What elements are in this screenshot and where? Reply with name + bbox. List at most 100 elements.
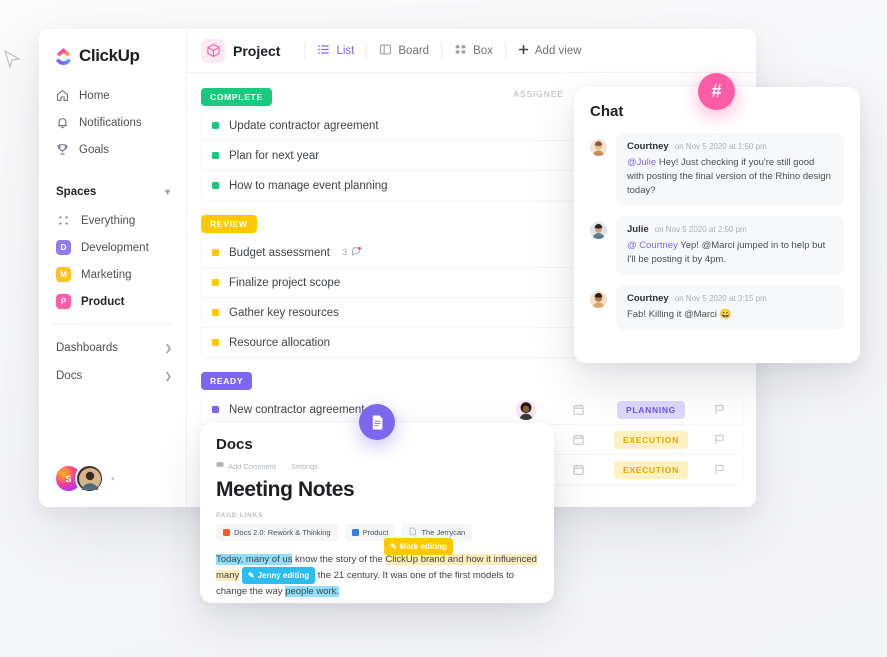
sidebar-item-label: Development	[81, 241, 149, 254]
sidebar-item-home[interactable]: Home	[39, 82, 186, 109]
chat-message-head: Courtney on Nov 5 2020 at 3:15 pm	[627, 293, 833, 304]
tag-cell[interactable]: EXECUTION	[606, 430, 696, 449]
chat-message: Courtney on Nov 5 2020 at 1:50 pm @Julie…	[590, 133, 844, 206]
document-icon[interactable]	[359, 404, 395, 440]
tab-label: Box	[473, 44, 493, 57]
avatar[interactable]	[590, 291, 607, 308]
table-row[interactable]: New contractor agreement PLANNING	[201, 395, 742, 425]
status-square-icon	[212, 406, 219, 413]
chevron-down-icon[interactable]: ▾	[111, 475, 115, 483]
comment-icon	[351, 246, 362, 260]
sidebar-item-docs[interactable]: Docs ❯	[39, 362, 186, 390]
divider	[504, 42, 506, 59]
chevron-right-icon[interactable]: ❯	[164, 343, 172, 354]
divider	[304, 42, 306, 59]
due-date-cell[interactable]	[550, 433, 606, 446]
row-right: PLANNING	[516, 399, 742, 420]
person-glyph	[78, 467, 101, 490]
chip-label: Product	[362, 528, 389, 537]
pencil-icon: ✎	[390, 542, 397, 551]
avatar-initial: S	[65, 473, 72, 484]
chat-bubble: Courtney on Nov 5 2020 at 3:15 pm Fab! K…	[616, 285, 844, 330]
add-view-button[interactable]: Add view	[518, 44, 582, 58]
task-name: Update contractor agreement	[229, 119, 379, 132]
docs-actions: Add Comment Settings	[216, 461, 538, 471]
brand[interactable]: ClickUp	[39, 29, 186, 66]
task-name: New contractor agreement	[229, 403, 365, 416]
status-square-icon	[212, 122, 219, 129]
doc-body[interactable]: ✎ Mark editing Today, many of us know th…	[216, 538, 538, 599]
flag-cell[interactable]	[696, 463, 742, 476]
list-icon	[317, 43, 330, 59]
tag-cell[interactable]: EXECUTION	[606, 460, 696, 479]
mention-link[interactable]: @ Courtney	[627, 240, 678, 251]
sidebar-item-product[interactable]: P Product	[39, 288, 186, 315]
action-label: Settings	[290, 461, 319, 471]
tab-box[interactable]: Box	[454, 43, 493, 59]
settings-button[interactable]: Settings	[291, 462, 318, 471]
brand-name: ClickUp	[79, 46, 140, 65]
avatar[interactable]	[75, 464, 104, 493]
comment-count-value: 3	[342, 247, 348, 258]
jenny-editing-label: Jenny editing	[257, 571, 310, 580]
trophy-icon	[56, 143, 69, 156]
divider	[53, 324, 172, 325]
status-square-icon	[212, 182, 219, 189]
tag-cell[interactable]: PLANNING	[606, 400, 696, 419]
doc-text-part: Today, many of us	[216, 554, 293, 565]
pencil-icon: ✎	[247, 571, 255, 580]
chat-panel: Chat Courtney on Nov 5 2020 at 1:50 pm @…	[574, 87, 860, 363]
flag-cell[interactable]	[696, 433, 742, 446]
spaces-list: Everything D Development M Marketing P P…	[39, 207, 186, 315]
sidebar-item-label: Home	[79, 89, 110, 102]
page-link-chip[interactable]: Docs 2.0: Rework & Thinking	[216, 524, 338, 541]
avatar[interactable]	[590, 222, 607, 239]
comment-count[interactable]: 3	[342, 246, 362, 260]
divider	[441, 42, 443, 59]
status-square-icon	[212, 309, 219, 316]
folder-icon	[351, 529, 359, 536]
status-badge[interactable]: READY	[201, 372, 253, 390]
add-view-label: Add view	[534, 44, 582, 57]
chevron-down-icon[interactable]: ▼	[163, 187, 172, 197]
flag-icon	[714, 434, 723, 445]
tab-list[interactable]: List	[317, 43, 354, 59]
add-comment-button[interactable]: Add Comment	[216, 461, 276, 471]
board-icon	[379, 43, 392, 59]
avatar[interactable]	[516, 399, 536, 420]
sidebar-item-notifications[interactable]: Notifications	[39, 109, 186, 136]
chat-message: Courtney on Nov 5 2020 at 3:15 pm Fab! K…	[590, 285, 844, 330]
mention-link[interactable]: @Julie	[627, 157, 656, 168]
avatar[interactable]	[590, 139, 607, 156]
due-date-cell[interactable]	[550, 463, 606, 476]
chevron-right-icon[interactable]: ❯	[164, 371, 172, 382]
due-date-cell[interactable]	[550, 403, 606, 416]
chat-bubble: Courtney on Nov 5 2020 at 1:50 pm @Julie…	[616, 133, 844, 206]
chat-text: Fab! Killing it @Marci 😀	[627, 309, 732, 320]
user-tray[interactable]: S ▾	[54, 464, 115, 493]
status-badge[interactable]: REVIEW	[201, 215, 257, 233]
mark-editing-badge: ✎ Mark editing	[384, 538, 453, 555]
box-icon	[454, 43, 467, 59]
sidebar: ClickUp Home Notifications Goals Spaces …	[39, 29, 187, 507]
space-badge: M	[56, 267, 71, 282]
sidebar-item-label: Product	[81, 295, 125, 308]
spaces-section-header[interactable]: Spaces ▼	[39, 177, 186, 207]
flag-cell[interactable]	[696, 403, 742, 416]
sidebar-item-dashboards[interactable]: Dashboards ❯	[39, 334, 186, 362]
doc-text-part: know the story of the	[292, 554, 386, 565]
chat-bubble: Julie on Nov 5 2020 at 2:50 pm @ Courtne…	[616, 216, 844, 275]
sidebar-item-marketing[interactable]: M Marketing	[39, 261, 186, 288]
project-title: Project	[233, 42, 281, 59]
sidebar-item-goals[interactable]: Goals	[39, 136, 186, 163]
page-icon	[409, 527, 417, 538]
sidebar-item-development[interactable]: D Development	[39, 234, 186, 261]
chat-message: Julie on Nov 5 2020 at 2:50 pm @ Courtne…	[590, 216, 844, 275]
chat-timestamp: on Nov 5 2020 at 1:50 pm	[674, 142, 767, 151]
status-badge[interactable]: COMPLETE	[201, 88, 272, 106]
flag-icon	[714, 404, 723, 415]
tab-board[interactable]: Board	[379, 43, 429, 59]
sidebar-item-label: Docs	[56, 370, 83, 382]
hashtag-icon[interactable]: #	[698, 73, 735, 110]
sidebar-item-everything[interactable]: Everything	[39, 207, 186, 234]
